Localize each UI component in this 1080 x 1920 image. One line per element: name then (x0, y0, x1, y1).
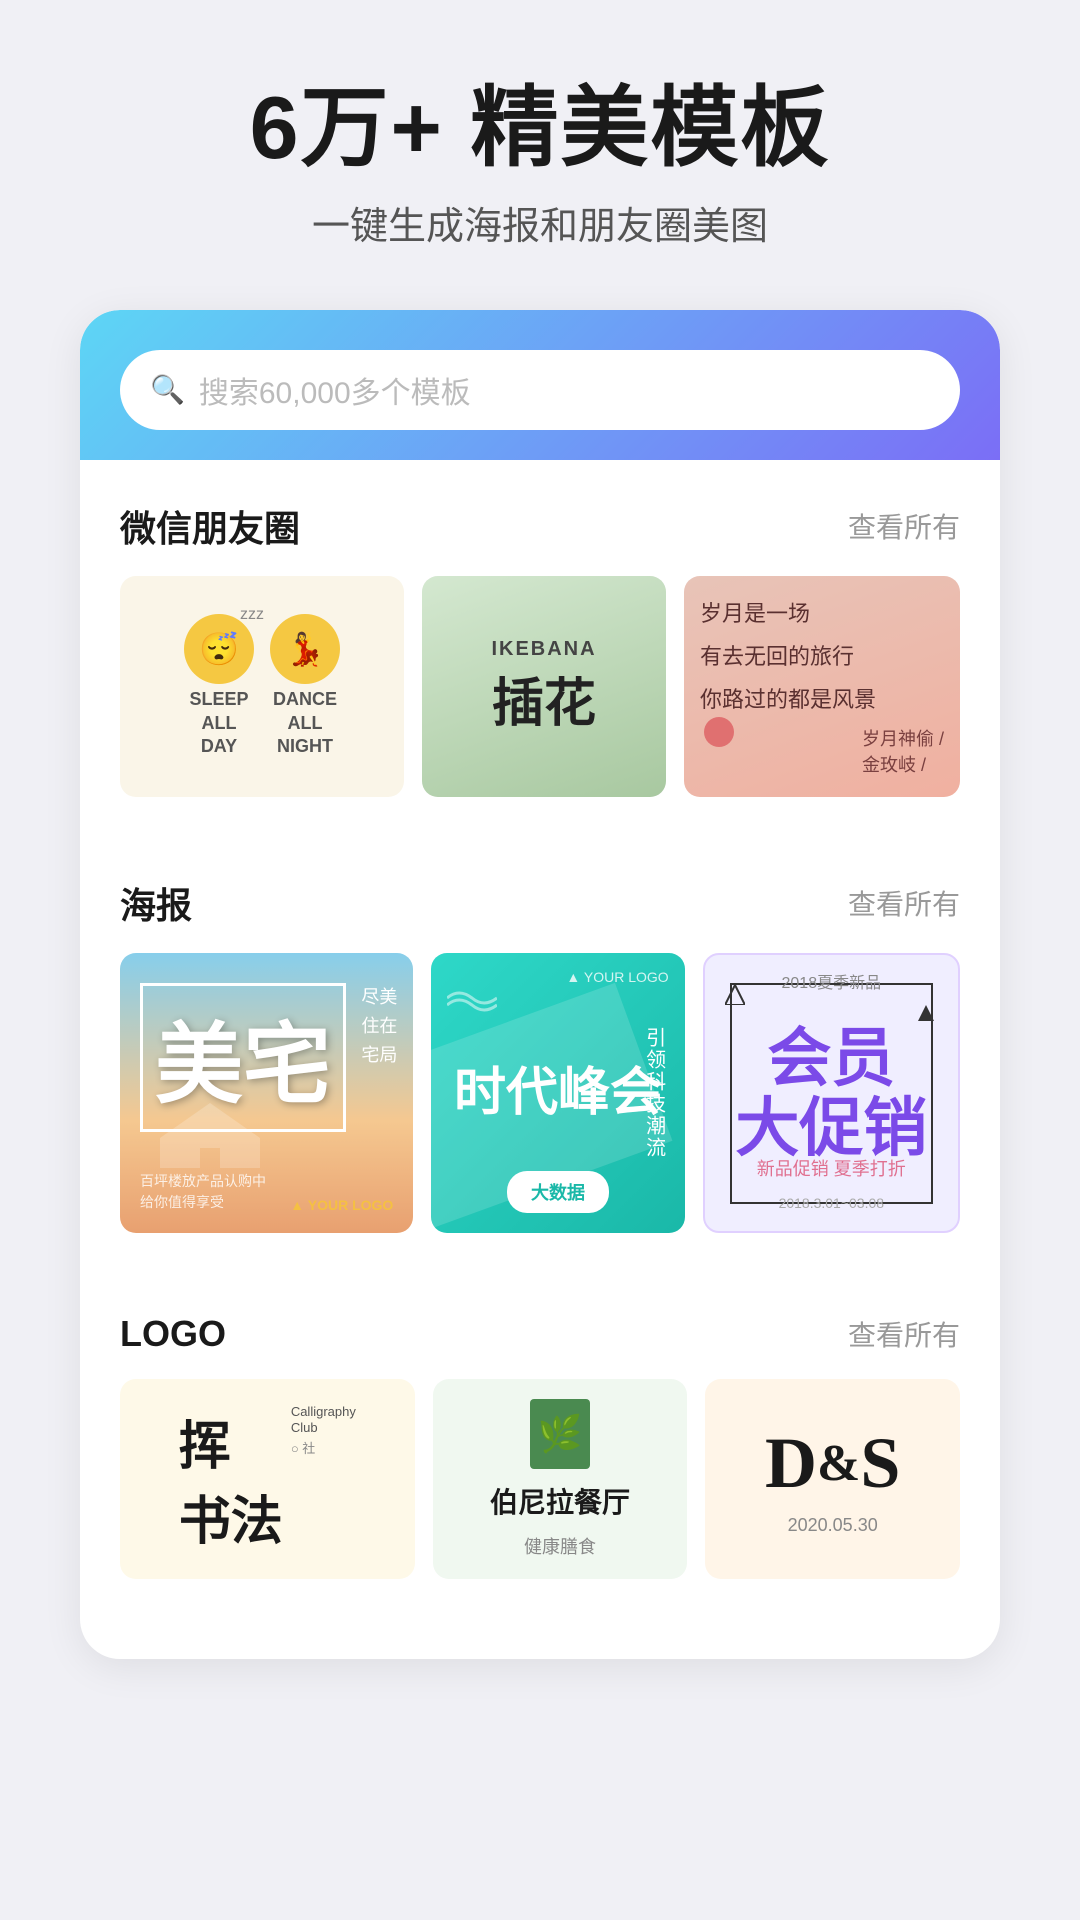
hero-title: 6万+ 精美模板 (60, 80, 1020, 177)
ds-logo-letters: D & S (765, 1422, 900, 1505)
logo-section-header: LOGO 查看所有 (120, 1313, 960, 1355)
house-icon (150, 1093, 270, 1173)
poster-template-card-3[interactable]: 2018夏季新品 会员大促销 新品促销 夏季打折 2018.3.01~03.08 (703, 953, 960, 1233)
dance-label: DANCEALLNIGHT (273, 688, 337, 758)
wechat-section: 微信朋友圈 查看所有 😴 zzz SLEEPALLDAY (80, 460, 1000, 808)
letter-d: D (765, 1422, 817, 1505)
app-card: 🔍 搜索60,000多个模板 微信朋友圈 查看所有 😴 zzz (80, 310, 1000, 1660)
calligraphy-side: CalligraphyClub ○ 社 (291, 1404, 356, 1456)
ikebana-en-label: IKEBANA (491, 638, 596, 661)
zzz-text: zzz (240, 606, 264, 624)
poem-line-3: 你路过的都是风景 (700, 682, 876, 717)
page: 6万+ 精美模板 一键生成海报和朋友圈美图 🔍 搜索60,000多个模板 微信朋… (0, 0, 1080, 1920)
restaurant-name: 伯尼拉餐厅 (490, 1481, 630, 1521)
divider-1 (80, 807, 1000, 837)
dance-face: 💃 (270, 614, 340, 684)
calligraphy-main: 挥书法 CalligraphyClub ○ 社 (179, 1404, 356, 1554)
triangle-decor-2 (918, 1005, 934, 1021)
poster-template-card-2[interactable]: ▲ YOUR LOGO 时代峰会 引领科技潮流 大数据 (431, 953, 684, 1233)
search-placeholder-text: 搜索60,000多个模板 (199, 368, 471, 412)
wechat-template-card-2[interactable]: IKEBANA 插花 (422, 576, 666, 798)
brush-char: 挥书法 (179, 1404, 283, 1554)
calligraphy-logo: 挥书法 CalligraphyClub ○ 社 (179, 1404, 356, 1554)
poster-1-sub: 尽美住在宅局 (361, 983, 397, 1069)
poster-template-grid: 美宅 尽美住在宅局 百坪楼放产品认购中给你值得享受 ▲ YOUR LOGO ▲ … (120, 953, 960, 1233)
poster-template-card-1[interactable]: 美宅 尽美住在宅局 百坪楼放产品认购中给你值得享受 ▲ YOUR LOGO (120, 953, 413, 1233)
poem-author: 岁月神偷 /金玫岐 / (862, 725, 944, 777)
wechat-section-header: 微信朋友圈 查看所有 (120, 500, 960, 552)
logo-template-card-2[interactable]: 🌿 伯尼拉餐厅 健康膳食 (433, 1379, 688, 1579)
restaurant-sub: 健康膳食 (524, 1533, 596, 1559)
letter-s: S (860, 1422, 900, 1505)
poster-2-main: 时代峰会 (454, 1062, 662, 1124)
logo-template-card-1[interactable]: 挥书法 CalligraphyClub ○ 社 (120, 1379, 415, 1579)
logo-section: LOGO 查看所有 挥书法 CalligraphyClub ○ 社 (80, 1273, 1000, 1589)
hero-subtitle: 一键生成海报和朋友圈美图 (60, 195, 1020, 250)
hero-section: 6万+ 精美模板 一键生成海报和朋友圈美图 (0, 0, 1080, 290)
wechat-template-card-3[interactable]: 岁月是一场 有去无回的旅行 你路过的都是风景 岁月神偷 /金玫岐 / (684, 576, 960, 798)
poster-3-main: 会员大促销 (735, 1023, 927, 1164)
triangle-decor-1 (725, 985, 745, 1005)
poster-3-dates: 2018.3.01~03.08 (779, 1195, 885, 1211)
poem-line-2: 有去无回的旅行 (700, 639, 854, 674)
wave-icon (447, 983, 497, 1013)
ampersand-symbol: & (817, 1434, 860, 1493)
wechat-section-title: 微信朋友圈 (120, 500, 300, 552)
sleep-label: SLEEPALLDAY (189, 688, 248, 758)
ds-logo-date: 2020.05.30 (788, 1515, 878, 1536)
poster-section: 海报 查看所有 美宅 尽美住在宅局 百坪楼放产品认购中给你值得享受 ▲ YOUR… (80, 837, 1000, 1243)
search-bar[interactable]: 🔍 搜索60,000多个模板 (120, 350, 960, 430)
poster-2-top: ▲ YOUR LOGO (566, 969, 668, 985)
logo-view-all[interactable]: 查看所有 (848, 1314, 960, 1354)
leaf-logo-icon: 🌿 (530, 1399, 590, 1469)
poster-section-title: 海报 (120, 877, 192, 929)
divider-2 (80, 1243, 1000, 1273)
logo-template-card-3[interactable]: D & S 2020.05.30 (705, 1379, 960, 1579)
poster-view-all[interactable]: 查看所有 (848, 883, 960, 923)
poster-section-header: 海报 查看所有 (120, 877, 960, 929)
search-icon: 🔍 (150, 373, 185, 406)
wechat-template-card-1[interactable]: 😴 zzz SLEEPALLDAY 💃 DANCEALLNIGHT (120, 576, 404, 798)
dance-char: 💃 DANCEALLNIGHT (270, 614, 340, 758)
wechat-view-all[interactable]: 查看所有 (848, 506, 960, 546)
poster-2-btn: 大数据 (507, 1171, 609, 1213)
calligraphy-en: CalligraphyClub (291, 1404, 356, 1435)
ikebana-zh-label: 插花 (491, 661, 596, 736)
divider-3 (80, 1589, 1000, 1619)
calligraphy-circle: ○ 社 (291, 1438, 356, 1457)
poem-line-1: 岁月是一场 (700, 596, 810, 631)
sleep-face: 😴 zzz (184, 614, 254, 684)
poster-1-logo: ▲ YOUR LOGO (290, 1197, 393, 1213)
poster-3-year: 2018夏季新品 (782, 969, 882, 993)
pink-dot-decor (704, 717, 734, 747)
logo-section-title: LOGO (120, 1313, 226, 1355)
wechat-template-grid: 😴 zzz SLEEPALLDAY 💃 DANCEALLNIGHT (120, 576, 960, 798)
sleep-char: 😴 zzz SLEEPALLDAY (184, 614, 254, 758)
search-header: 🔍 搜索60,000多个模板 (80, 310, 1000, 460)
ikebana-text: IKEBANA 插花 (491, 638, 596, 736)
logo-template-grid: 挥书法 CalligraphyClub ○ 社 🌿 伯尼拉餐厅 健康膳食 (120, 1379, 960, 1579)
poster-1-detail: 百坪楼放产品认购中给你值得享受 (140, 1171, 266, 1213)
